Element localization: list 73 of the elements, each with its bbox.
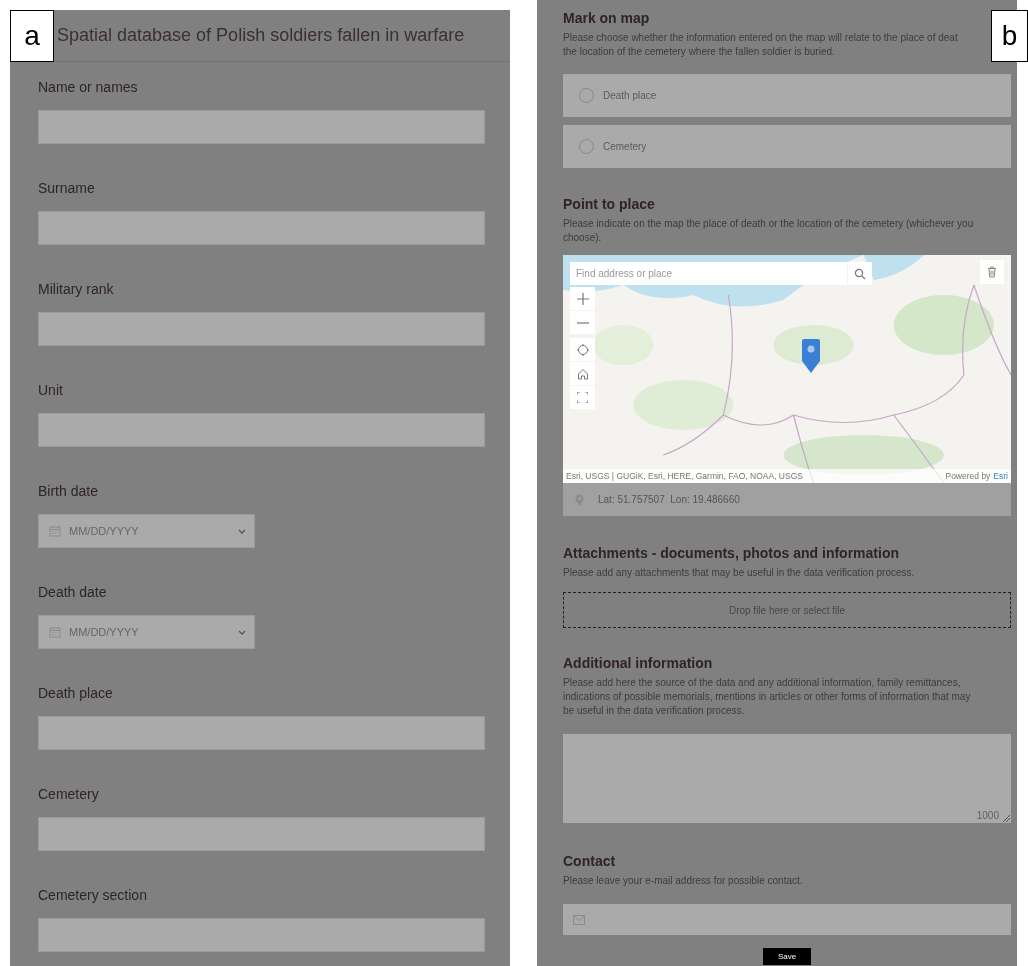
- section-heading: Attachments - documents, photos and information: [563, 545, 899, 562]
- date-placeholder: MM/DD/YYYY: [69, 626, 140, 638]
- search-field[interactable]: Find address or place: [570, 262, 847, 285]
- input-field[interactable]: [38, 413, 485, 447]
- input-field[interactable]: [38, 110, 485, 144]
- radio-option[interactable]: Cemetery: [563, 125, 1011, 168]
- section-description: Please add here the source of the data and any additional information, family remittances,: [563, 676, 961, 690]
- section-description: Please add any attachments that may be useful in the data verification process.: [563, 566, 915, 580]
- esri-link[interactable]: Esri: [993, 471, 1008, 481]
- section-description: Please indicate on the map the place of death or the location of the cemetery (whichever you: [563, 217, 974, 231]
- powered-by-text: Powered by: [945, 471, 991, 481]
- date-field[interactable]: MM/DD/YYYY: [38, 514, 255, 548]
- section-description: the location of the cemetery where the fallen soldier is buried.: [563, 45, 835, 59]
- radio-option[interactable]: Death place: [563, 74, 1011, 117]
- home-button[interactable]: [570, 362, 595, 385]
- text-area[interactable]: 1000: [563, 734, 1011, 823]
- input-field[interactable]: [38, 211, 485, 245]
- locate-icon: [576, 343, 589, 356]
- zoom-in-button[interactable]: [570, 287, 595, 310]
- resize-grip-icon[interactable]: [1002, 814, 1010, 822]
- section-description: Please leave your e-mail address for possible contact.: [563, 874, 803, 888]
- plus-icon: [576, 292, 589, 305]
- search-icon: [854, 267, 866, 280]
- field-label: Cemetery section: [38, 886, 147, 905]
- input-field[interactable]: [38, 312, 485, 346]
- chevron-icon: [238, 528, 246, 534]
- field-label: Cemetery: [38, 785, 99, 804]
- email-field[interactable]: [563, 904, 1011, 935]
- coordinates-text: Lat: 51.757507 Lon: 19.486660: [598, 494, 740, 505]
- locate-button[interactable]: [570, 338, 595, 361]
- input-field[interactable]: [38, 918, 485, 952]
- calendar-icon: [49, 626, 61, 638]
- radio-label: Cemetery: [603, 141, 647, 152]
- date-field[interactable]: MM/DD/YYYY: [38, 615, 255, 649]
- field-label: Birth date: [38, 482, 98, 501]
- file-drop-zone[interactable]: Drop file here or select file: [563, 592, 1011, 628]
- section-heading: Mark on map: [563, 10, 650, 27]
- character-counter: 1000: [976, 810, 999, 821]
- section-description: be useful in the data verification process.: [563, 704, 745, 718]
- section-description: Please choose whether the information entered on the map will relate to the place of deat: [563, 31, 958, 45]
- field-label: Unit: [38, 381, 63, 400]
- radio-label: Death place: [603, 90, 657, 101]
- date-placeholder: MM/DD/YYYY: [69, 525, 140, 537]
- field-label: Name or names: [38, 78, 138, 97]
- trash-icon: [987, 266, 997, 278]
- home-icon: [576, 367, 589, 380]
- save-button[interactable]: Save: [763, 948, 811, 965]
- section-heading: Contact: [563, 853, 616, 870]
- zoom-out-button[interactable]: [570, 311, 595, 334]
- chevron-icon: [238, 629, 246, 635]
- search-button[interactable]: [848, 262, 872, 285]
- calendar-icon: [49, 525, 61, 537]
- input-field[interactable]: [38, 716, 485, 750]
- panel-label: a: [10, 10, 54, 62]
- panel-label: b: [991, 10, 1028, 62]
- field-label: Death place: [38, 684, 113, 703]
- form-title: Spatial database of Polish soldiers fallen in warfare: [57, 25, 465, 46]
- section-heading: Point to place: [563, 196, 655, 213]
- field-label: Death date: [38, 583, 107, 602]
- fullscreen-button[interactable]: [570, 386, 595, 409]
- map-pin-icon: [802, 339, 820, 373]
- section-heading: Additional information: [563, 655, 713, 672]
- map-attribution: Esri, USGS | GUGiK, Esri, HERE, Garmin, FAO, NOAA, USGS: [566, 471, 803, 481]
- section-description: choose).: [563, 231, 602, 245]
- field-label: Military rank: [38, 280, 114, 299]
- search-placeholder: Find address or place: [576, 268, 673, 279]
- field-label: Surname: [38, 179, 95, 198]
- input-field[interactable]: [38, 817, 485, 851]
- envelope-icon: [573, 914, 585, 925]
- drop-zone-text: Drop file here or select file: [728, 604, 846, 616]
- delete-button[interactable]: [980, 260, 1004, 284]
- fullscreen-icon: [577, 392, 588, 403]
- minus-icon: [576, 321, 589, 324]
